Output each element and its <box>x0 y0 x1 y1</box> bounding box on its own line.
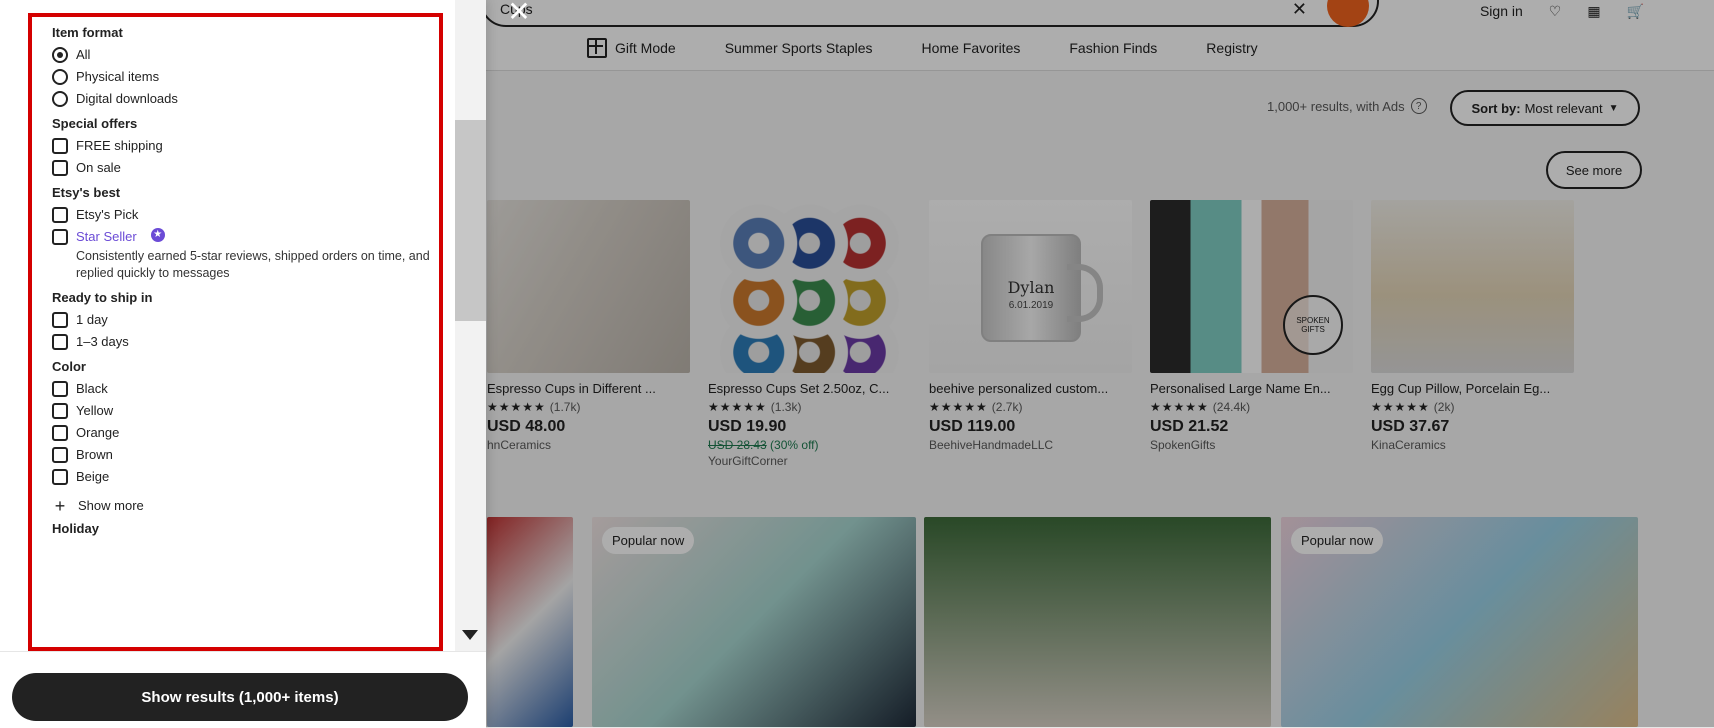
filter-option-star-seller[interactable]: Star Seller ★ <box>52 228 439 246</box>
filter-option-label: 1 day <box>76 312 108 327</box>
filter-option-label: Black <box>76 381 108 396</box>
filter-section-etsys-best: Etsy's best Etsy's Pick Star Seller ★ Co… <box>52 185 439 282</box>
filter-section-title: Color <box>52 359 86 374</box>
checkbox[interactable] <box>52 207 68 223</box>
checkbox[interactable] <box>52 334 68 350</box>
show-results-button[interactable]: Show results (1,000+ items) <box>12 673 468 721</box>
filter-option-label: Orange <box>76 425 120 440</box>
star-seller-description: Consistently earned 5-star reviews, ship… <box>76 249 430 280</box>
filter-section-title: Special offers <box>52 116 138 131</box>
filter-option-yellow[interactable]: Yellow <box>52 402 439 420</box>
filters-scroll-area[interactable]: Item format All Physical items Digital d… <box>28 13 443 651</box>
checkbox[interactable] <box>52 469 68 485</box>
radio-button[interactable] <box>52 91 68 107</box>
filter-option-brown[interactable]: Brown <box>52 446 439 464</box>
filter-option-label: Yellow <box>76 403 114 418</box>
filter-option-free-shipping[interactable]: FREE shipping <box>52 137 439 155</box>
filter-section-color: Color Black Yellow Orange Brown Beige + … <box>52 359 439 516</box>
filter-section-title: Item format <box>52 25 123 40</box>
checkbox[interactable] <box>52 160 68 176</box>
filter-option-label: Brown <box>76 447 113 462</box>
filter-option-label: FREE shipping <box>76 138 163 153</box>
close-icon[interactable]: ✕ <box>507 0 531 26</box>
filter-option-label: On sale <box>76 160 121 175</box>
filter-option-label: 1–3 days <box>76 334 129 349</box>
checkbox[interactable] <box>52 138 68 154</box>
filter-section-holiday: Holiday <box>52 521 439 536</box>
filter-section-special-offers: Special offers FREE shipping On sale <box>52 116 439 177</box>
checkbox[interactable] <box>52 229 68 245</box>
show-more-label: Show more <box>78 498 144 513</box>
checkbox[interactable] <box>52 403 68 419</box>
filter-option-physical-items[interactable]: Physical items <box>52 68 439 86</box>
show-more-colors[interactable]: + Show more <box>52 495 439 516</box>
filter-option-beige[interactable]: Beige <box>52 468 439 486</box>
filter-option-label: Digital downloads <box>76 91 178 106</box>
filter-section-ready-to-ship: Ready to ship in 1 day 1–3 days <box>52 290 439 351</box>
checkbox[interactable] <box>52 425 68 441</box>
star-seller-icon: ★ <box>150 228 165 242</box>
filter-option-1-3-days[interactable]: 1–3 days <box>52 333 439 351</box>
filter-option-label: Physical items <box>76 69 160 84</box>
filter-section-title: Ready to ship in <box>52 290 153 305</box>
filter-option-digital-downloads[interactable]: Digital downloads <box>52 90 439 108</box>
plus-icon: + <box>54 495 66 516</box>
filter-option-label: Etsy's Pick <box>76 207 139 222</box>
filter-option-label: Star Seller <box>76 229 137 244</box>
filter-option-1-day[interactable]: 1 day <box>52 311 439 329</box>
filter-section-title: Etsy's best <box>52 185 121 200</box>
radio-button[interactable] <box>52 47 68 63</box>
filter-section-item-format: Item format All Physical items Digital d… <box>52 25 439 108</box>
filters-panel: Item format All Physical items Digital d… <box>0 0 486 728</box>
scrollbar[interactable] <box>455 0 486 651</box>
checkbox[interactable] <box>52 312 68 328</box>
checkbox[interactable] <box>52 447 68 463</box>
filter-option-orange[interactable]: Orange <box>52 424 439 442</box>
radio-button[interactable] <box>52 69 68 85</box>
scroll-down-arrow-icon[interactable] <box>462 630 478 640</box>
filter-option-label: Beige <box>76 469 110 484</box>
filter-option-etsys-pick[interactable]: Etsy's Pick <box>52 206 439 224</box>
scrollbar-thumb[interactable] <box>455 120 486 321</box>
filter-option-on-sale[interactable]: On sale <box>52 159 439 177</box>
filter-option-black[interactable]: Black <box>52 380 439 398</box>
filter-option-label: All <box>76 47 91 62</box>
checkbox[interactable] <box>52 381 68 397</box>
filter-section-title: Holiday <box>52 521 99 536</box>
filter-option-all[interactable]: All <box>52 46 439 64</box>
